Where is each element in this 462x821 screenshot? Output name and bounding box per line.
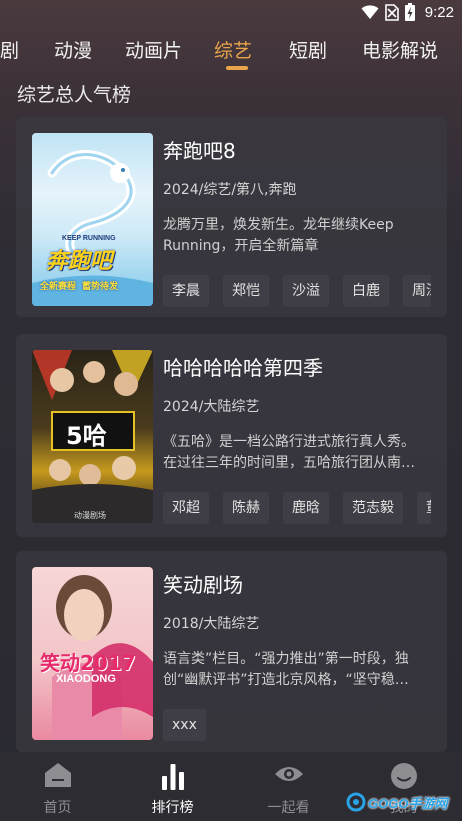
poster-image: 笑动2017 XIAODONG <box>32 567 153 740</box>
wifi-icon <box>361 5 379 19</box>
home-icon <box>44 763 71 787</box>
card-title: 奔跑吧8 <box>163 139 236 163</box>
status-bar: 9:22 <box>0 0 462 26</box>
cast-tag[interactable]: 沙溢 <box>283 275 329 307</box>
nav-watch-together[interactable]: 一起看 <box>231 752 346 821</box>
tab-cartoon[interactable]: 动画片 <box>125 36 182 63</box>
tab-movie-commentary[interactable]: 电影解说 <box>362 36 438 63</box>
nav-home[interactable]: 首页 <box>0 752 115 821</box>
poster-slogan: 全新赛程 蓄势待发 <box>40 279 118 292</box>
card-title: 哈哈哈哈哈第四季 <box>163 356 323 380</box>
active-tab-indicator <box>226 66 248 70</box>
cast-tag[interactable]: 李晨 <box>163 275 209 307</box>
cast-tag[interactable]: 周深 <box>403 275 431 307</box>
cast-tag[interactable]: 郑恺 <box>223 275 269 307</box>
poster-logo-text: 笑动2017 <box>40 651 136 675</box>
battery-charging-icon <box>404 3 415 21</box>
card-description: 语言类”栏目。“强力推出”第一时段，独创“幽默评书”打造北京风格，“坚守稳健”。 <box>163 651 409 688</box>
ranking-card[interactable]: 5哈 动漫剧场 哈哈哈哈哈第四季 2024/大陆综艺 《五哈》是一档公路行进式旅… <box>16 334 447 537</box>
profile-face-icon <box>390 763 417 789</box>
bar-chart-icon <box>161 764 184 790</box>
card-description: 《五哈》是一档公路行进式旅行真人秀。在过往三年的时间里，五哈旅行团从南到北，走过… <box>163 434 415 471</box>
poster-image: KEEP RUNNING 奔跑吧 全新赛程 蓄势待发 <box>32 133 153 306</box>
poster-image: 5哈 动漫剧场 <box>32 350 153 523</box>
section-title: 综艺总人气榜 <box>17 84 132 106</box>
card-description: 龙腾万里，焕发新生。龙年继续Keep Running，开启全新篇章 <box>163 217 394 254</box>
card-title: 笑动剧场 <box>163 573 243 597</box>
poster-subtitle-text: XIAODONG <box>56 673 116 685</box>
poster-logo-text: 奔跑吧 <box>46 249 113 274</box>
cast-tag[interactable]: 范志毅 <box>343 492 403 524</box>
status-time: 9:22 <box>424 3 454 21</box>
tab-anime[interactable]: 动漫 <box>54 36 92 63</box>
no-sim-icon <box>384 3 399 21</box>
ranking-card[interactable]: 笑动2017 XIAODONG 笑动剧场 2018/大陆综艺 语言类”栏目。“强… <box>16 551 447 752</box>
cast-tags: xxx <box>163 709 431 742</box>
poster-slogan-right: 蓄势待发 <box>82 282 119 292</box>
tab-variety[interactable]: 综艺 <box>214 36 252 63</box>
poster-footer-text: 动漫剧场 <box>74 511 106 520</box>
cast-tag[interactable]: 白鹿 <box>343 275 389 307</box>
cast-tag[interactable]: 鹿晗 <box>283 492 329 524</box>
card-meta: 2018/大陆综艺 <box>163 616 260 632</box>
nav-ranking[interactable]: 排行榜 <box>115 752 230 821</box>
cast-tag[interactable]: 陈赫 <box>223 492 269 524</box>
nav-label: 首页 <box>43 800 72 816</box>
cast-tag[interactable]: 董 <box>417 492 431 524</box>
tab-drama[interactable]: 剧 <box>0 36 19 63</box>
poster-brand-text: KEEP RUNNING <box>62 235 116 242</box>
cast-tags: 李晨郑恺沙溢白鹿周深 <box>163 275 431 308</box>
watermark-swirl-icon <box>346 792 366 812</box>
card-meta: 2024/大陆综艺 <box>163 399 260 415</box>
cast-tag[interactable]: xxx <box>163 709 206 741</box>
nav-label: 排行榜 <box>151 800 194 816</box>
watermark-logo: GOGO手游网 <box>346 790 447 814</box>
eye-icon <box>274 767 303 781</box>
card-meta: 2024/综艺/第八,奔跑 <box>163 182 297 198</box>
category-tabs: 剧 动漫 动画片 综艺 短剧 电影解说 <box>0 26 462 72</box>
status-icons: 9:22 <box>361 3 454 21</box>
cast-tags: 邓超陈赫鹿晗范志毅董 <box>163 492 431 525</box>
tab-short-drama[interactable]: 短剧 <box>289 36 327 63</box>
poster-slogan-left: 全新赛程 <box>40 282 77 292</box>
nav-label: 一起看 <box>267 800 310 816</box>
cast-tag[interactable]: 邓超 <box>163 492 209 524</box>
poster-logo-text: 5哈 <box>66 422 107 450</box>
watermark-text: GOGO手游网 <box>368 795 448 811</box>
ranking-card[interactable]: KEEP RUNNING 奔跑吧 全新赛程 蓄势待发 奔跑吧8 2024/综艺/… <box>16 117 447 317</box>
